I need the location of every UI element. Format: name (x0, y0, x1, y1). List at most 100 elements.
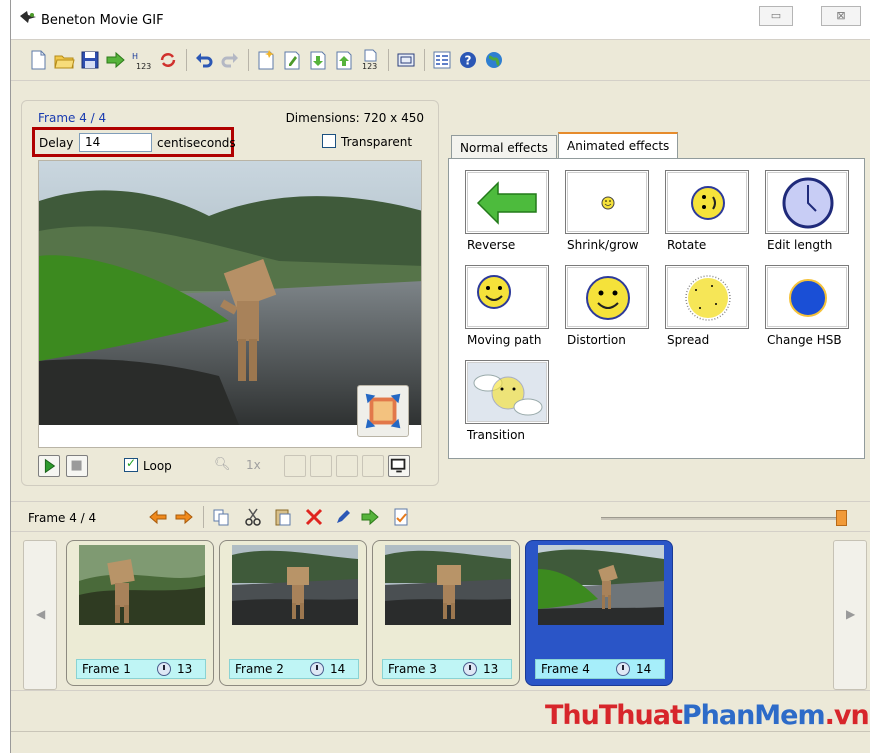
title-bar: Beneton Movie GIF ▭ ⊠ (11, 0, 870, 40)
frame-thumbnail[interactable]: Frame 3 13 (372, 540, 520, 686)
clock-icon (157, 662, 171, 676)
frame-delay: 13 (177, 662, 193, 676)
scroll-right-button[interactable]: ▶ (833, 540, 867, 690)
minimize-button[interactable]: ▭ (759, 6, 793, 26)
fit-screen-icon[interactable] (395, 49, 417, 71)
export-frames-icon[interactable] (361, 507, 381, 527)
properties-icon[interactable] (431, 49, 453, 71)
frame-thumbnail[interactable]: Frame 2 14 (219, 540, 367, 686)
frame-thumbnail-selected[interactable]: Frame 4 14 (525, 540, 673, 686)
clock-icon (463, 662, 477, 676)
effect-shrink-grow[interactable]: Shrink/grow (565, 170, 649, 256)
reload-icon[interactable] (157, 49, 179, 71)
spread-dots-icon (685, 275, 731, 321)
help-icon[interactable]: ? (457, 49, 479, 71)
new-file-icon[interactable] (27, 49, 49, 71)
close-button[interactable]: ⊠ (821, 6, 861, 26)
tab-animated-effects[interactable]: Animated effects (558, 132, 679, 159)
move-left-icon[interactable] (148, 507, 168, 527)
frame-3-image (385, 545, 511, 625)
playback-controls: Loop 🔍︎ 1x (38, 455, 428, 479)
transition-icon (473, 374, 543, 416)
effect-rotate[interactable]: Rotate (665, 170, 749, 256)
blue-circle-icon (789, 279, 827, 317)
frame-info: Frame 1 13 (76, 659, 206, 679)
frame-label: Frame 4 / 4 (38, 111, 107, 125)
redo-icon[interactable] (219, 49, 241, 71)
main-toolbar: H 123 123 ? (11, 41, 870, 81)
delete-icon[interactable] (304, 507, 324, 527)
small-smiley-icon (601, 196, 615, 210)
transparent-checkbox[interactable]: Transparent (322, 134, 412, 149)
monitor-icon (390, 458, 406, 473)
frame-4-image (538, 545, 664, 625)
right-arrow-icon: ▶ (846, 607, 856, 621)
frame-strip-toolbar: Frame 4 / 4 (11, 501, 870, 531)
zoom-actual-button[interactable] (362, 455, 384, 477)
edit-icon[interactable] (333, 507, 353, 527)
delay-unit-label: centiseconds (157, 136, 236, 150)
zoom-in-button[interactable] (284, 455, 306, 477)
effect-transition[interactable]: Transition (465, 360, 549, 446)
effect-change-hsb[interactable]: Change HSB (765, 265, 849, 351)
edit-frame-icon[interactable] (281, 49, 303, 71)
speed-slider[interactable] (601, 510, 847, 526)
effects-tabs: Normal effects Animated effects Reverse … (448, 132, 865, 459)
frame-name: Frame 4 (541, 662, 590, 676)
numbering-icon[interactable]: H 123 (131, 49, 153, 71)
zoom-out-button[interactable] (310, 455, 332, 477)
zoom-level: 1x (246, 458, 261, 472)
frame-strip: ◀ ▶ Frame 1 13 Frame 2 14 Frame 3 13 Fra… (11, 531, 870, 691)
frame-name: Frame 2 (235, 662, 284, 676)
frame-delay: 14 (330, 662, 346, 676)
stop-button[interactable] (66, 455, 88, 477)
clock-icon (616, 662, 630, 676)
cut-icon[interactable] (243, 507, 263, 527)
export-icon[interactable] (105, 49, 127, 71)
loop-checkbox[interactable]: Loop (124, 456, 172, 473)
frame-preview (38, 160, 422, 448)
scroll-left-button[interactable]: ◀ (23, 540, 57, 690)
frame-thumbnail[interactable]: Frame 1 13 (66, 540, 214, 686)
svg-text:123: 123 (362, 62, 377, 71)
effect-edit-length[interactable]: Edit length (765, 170, 849, 256)
speed-slider-thumb[interactable] (836, 510, 847, 526)
save-icon[interactable] (79, 49, 101, 71)
app-window: Beneton Movie GIF ▭ ⊠ H 123 123 ? Frame 4… (10, 0, 870, 753)
renumber-icon[interactable]: 123 (359, 49, 381, 71)
transparent-checkbox-box[interactable] (322, 134, 336, 148)
effect-distortion[interactable]: Distortion (565, 265, 649, 351)
copy-icon[interactable] (211, 507, 231, 527)
svg-text:?: ? (465, 54, 472, 68)
reverse-arrow-icon (476, 181, 537, 225)
import-frame-icon[interactable] (307, 49, 329, 71)
tab-normal-effects[interactable]: Normal effects (451, 135, 557, 159)
paste-icon[interactable] (273, 507, 293, 527)
frame-panel: Frame 4 / 4 Dimensions: 720 x 450 Delay … (21, 100, 439, 486)
strip-frame-label: Frame 4 / 4 (28, 511, 97, 525)
add-frame-icon[interactable] (255, 49, 277, 71)
loop-label: Loop (143, 459, 172, 473)
svg-text:H: H (132, 52, 138, 61)
undo-icon[interactable] (193, 49, 215, 71)
loop-checkbox-box[interactable] (124, 456, 138, 472)
site-watermark: ThuThuatPhanMem.vn (545, 700, 870, 731)
effect-reverse[interactable]: Reverse (465, 170, 549, 256)
fullscreen-button[interactable] (388, 455, 410, 477)
checklist-icon[interactable] (391, 507, 411, 527)
frame-info: Frame 4 14 (535, 659, 665, 679)
effect-moving-path[interactable]: Moving path (465, 265, 549, 351)
delay-input[interactable]: 14 (79, 133, 152, 152)
frame-delay: 13 (483, 662, 499, 676)
web-icon[interactable] (483, 49, 505, 71)
clock-icon (782, 177, 834, 229)
frame-1-image (79, 545, 205, 625)
export-frame-icon[interactable] (333, 49, 355, 71)
move-right-icon[interactable] (174, 507, 194, 527)
effect-spread[interactable]: Spread (665, 265, 749, 351)
frame-info: Frame 3 13 (382, 659, 512, 679)
zoom-fit-button[interactable] (336, 455, 358, 477)
fit-to-window-button[interactable] (357, 385, 409, 437)
open-folder-icon[interactable] (53, 49, 75, 71)
play-button[interactable] (38, 455, 60, 477)
